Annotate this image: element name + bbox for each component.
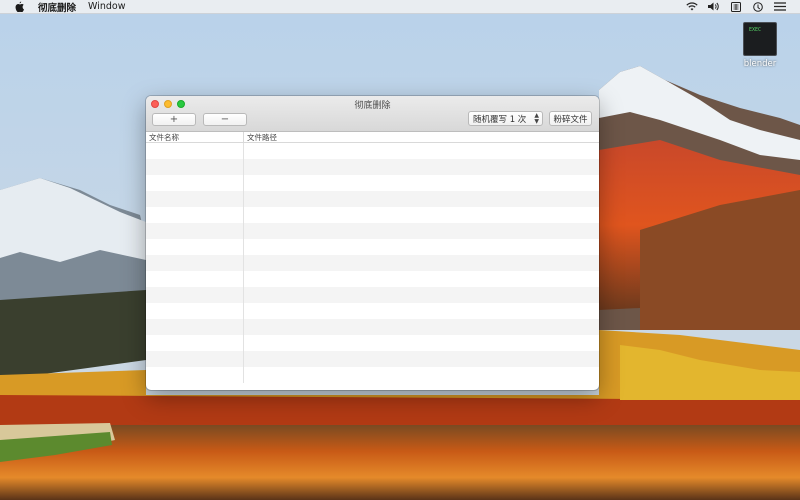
table-body	[146, 143, 599, 383]
cell-file-name	[146, 351, 244, 367]
cell-file-path	[244, 207, 599, 223]
add-file-button[interactable]: +	[152, 113, 196, 126]
cell-file-name	[146, 175, 244, 191]
cell-file-path	[244, 143, 599, 159]
add-icon: +	[169, 114, 179, 125]
overwrite-mode-select[interactable]: 随机覆写 1 次 ▲ ▼	[468, 111, 543, 126]
cell-file-path	[244, 351, 599, 367]
cell-file-path	[244, 255, 599, 271]
shred-files-button[interactable]: 粉碎文件	[549, 111, 592, 126]
cell-file-name	[146, 143, 244, 159]
table-row[interactable]	[146, 287, 599, 303]
table-row[interactable]	[146, 271, 599, 287]
terminal-thumbnail-icon: EXEC	[743, 22, 777, 56]
cell-file-name	[146, 287, 244, 303]
table-row[interactable]	[146, 351, 599, 367]
wifi-icon[interactable]	[686, 2, 698, 12]
desktop-icon-blender[interactable]: EXEC blender	[738, 22, 782, 69]
menu-bar: 彻底删除 Window	[0, 0, 800, 14]
file-table[interactable]: 文件名称 文件路径	[146, 132, 599, 390]
cell-file-name	[146, 335, 244, 351]
column-header-file-name[interactable]: 文件名称	[146, 132, 244, 142]
menu-window[interactable]: Window	[88, 1, 125, 12]
cell-file-name	[146, 207, 244, 223]
cell-file-path	[244, 319, 599, 335]
window-titlebar[interactable]: 彻底删除 + − 随机覆写 1 次 ▲ ▼ 粉碎文件	[146, 96, 599, 132]
cell-file-path	[244, 303, 599, 319]
menu-app-name[interactable]: 彻底删除	[38, 0, 76, 14]
cell-file-name	[146, 271, 244, 287]
cell-file-name	[146, 367, 244, 383]
app-window: 彻底删除 + − 随机覆写 1 次 ▲ ▼ 粉碎文件 文件名称 文件路径	[146, 96, 599, 390]
cell-file-name	[146, 239, 244, 255]
table-header: 文件名称 文件路径	[146, 132, 599, 143]
cell-file-path	[244, 223, 599, 239]
table-row[interactable]	[146, 239, 599, 255]
table-row[interactable]	[146, 319, 599, 335]
table-row[interactable]	[146, 303, 599, 319]
chevron-up-down-icon: ▲ ▼	[534, 112, 539, 125]
table-row[interactable]	[146, 335, 599, 351]
cell-file-path	[244, 239, 599, 255]
thumbnail-text: EXEC	[749, 27, 762, 33]
cell-file-path	[244, 271, 599, 287]
cell-file-path	[244, 367, 599, 383]
column-header-file-path[interactable]: 文件路径	[244, 132, 599, 142]
table-row[interactable]	[146, 175, 599, 191]
table-row[interactable]	[146, 191, 599, 207]
cell-file-name	[146, 303, 244, 319]
cell-file-name	[146, 223, 244, 239]
table-row[interactable]	[146, 255, 599, 271]
cell-file-name	[146, 255, 244, 271]
volume-icon[interactable]	[708, 2, 720, 12]
cell-file-name	[146, 159, 244, 175]
cell-file-path	[244, 175, 599, 191]
desktop-icon-label: blender	[743, 59, 777, 69]
menu-list-icon[interactable]	[774, 2, 786, 12]
cell-file-path	[244, 159, 599, 175]
app-status-icon[interactable]	[752, 1, 764, 12]
cell-file-path	[244, 287, 599, 303]
remove-icon: −	[220, 114, 230, 125]
table-row[interactable]	[146, 143, 599, 159]
table-row[interactable]	[146, 159, 599, 175]
table-row[interactable]	[146, 207, 599, 223]
remove-file-button[interactable]: −	[203, 113, 247, 126]
cell-file-name	[146, 191, 244, 207]
overwrite-mode-value: 随机覆写 1 次	[473, 114, 527, 125]
window-title: 彻底删除	[354, 101, 391, 111]
input-method-icon[interactable]	[730, 1, 742, 12]
table-row[interactable]	[146, 367, 599, 383]
table-row[interactable]	[146, 223, 599, 239]
status-area	[686, 1, 786, 12]
apple-menu-icon[interactable]	[12, 1, 26, 12]
cell-file-name	[146, 319, 244, 335]
cell-file-path	[244, 191, 599, 207]
cell-file-path	[244, 335, 599, 351]
